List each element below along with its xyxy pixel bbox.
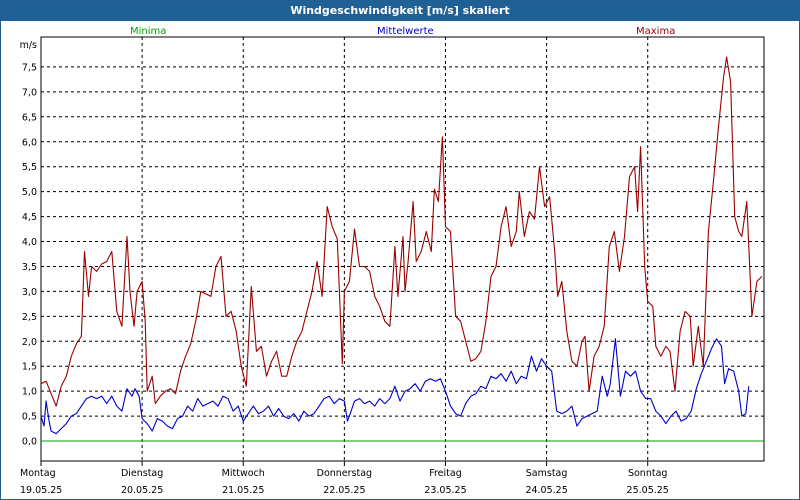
y-tick-label: 6,0	[22, 137, 37, 148]
x-tick-label-day: Samstag	[526, 468, 568, 479]
x-tick-label-day: Sonntag	[628, 468, 667, 479]
x-tick-label-date: 24.05.25	[525, 485, 567, 496]
x-tick-label-date: 23.05.25	[424, 485, 466, 496]
y-tick-label: 0,0	[22, 437, 37, 448]
y-tick-label: 6,5	[22, 112, 37, 123]
x-tick-label-day: Donnerstag	[317, 468, 372, 479]
y-tick-label: 1,5	[22, 362, 37, 373]
x-tick-label-day: Mittwoch	[222, 468, 265, 479]
y-tick-label: 3,5	[22, 262, 37, 273]
series-maxima-line	[40, 56, 763, 407]
y-tick-label: 1,0	[22, 387, 37, 398]
y-tick-label: 5,5	[22, 162, 37, 173]
y-tick-label: 4,0	[22, 237, 37, 248]
x-tick-label-day: Freitag	[429, 468, 462, 479]
x-tick-label-day: Dienstag	[121, 468, 163, 479]
x-tick-label-date: 20.05.25	[121, 485, 163, 496]
y-tick-label: 2,5	[22, 312, 37, 323]
plot-area	[40, 36, 765, 462]
y-tick-label: 7,5	[22, 62, 37, 73]
y-tick-label: 2,0	[22, 337, 37, 348]
y-tick-label: 7,0	[22, 87, 37, 98]
x-tick-label-date: 19.05.25	[20, 485, 62, 496]
y-tick-label: 3,0	[22, 287, 37, 298]
x-tick-label-date: 21.05.25	[222, 485, 264, 496]
y-tick-label: 4,5	[22, 212, 37, 223]
y-tick-label: 0,5	[22, 412, 37, 423]
y-axis-unit: m/s	[20, 40, 37, 51]
x-tick-label-date: 22.05.25	[323, 485, 365, 496]
x-tick-label-day: Montag	[20, 468, 56, 479]
y-tick-label: 5,0	[22, 187, 37, 198]
wind-speed-chart: 0,0 0,5 1,0 1,5 2,0 2,5 3,0 3,5 4,0 4,5 5,0 5,5 6,0 6…	[20, 36, 765, 496]
x-tick-label-date: 25.05.25	[627, 485, 669, 496]
